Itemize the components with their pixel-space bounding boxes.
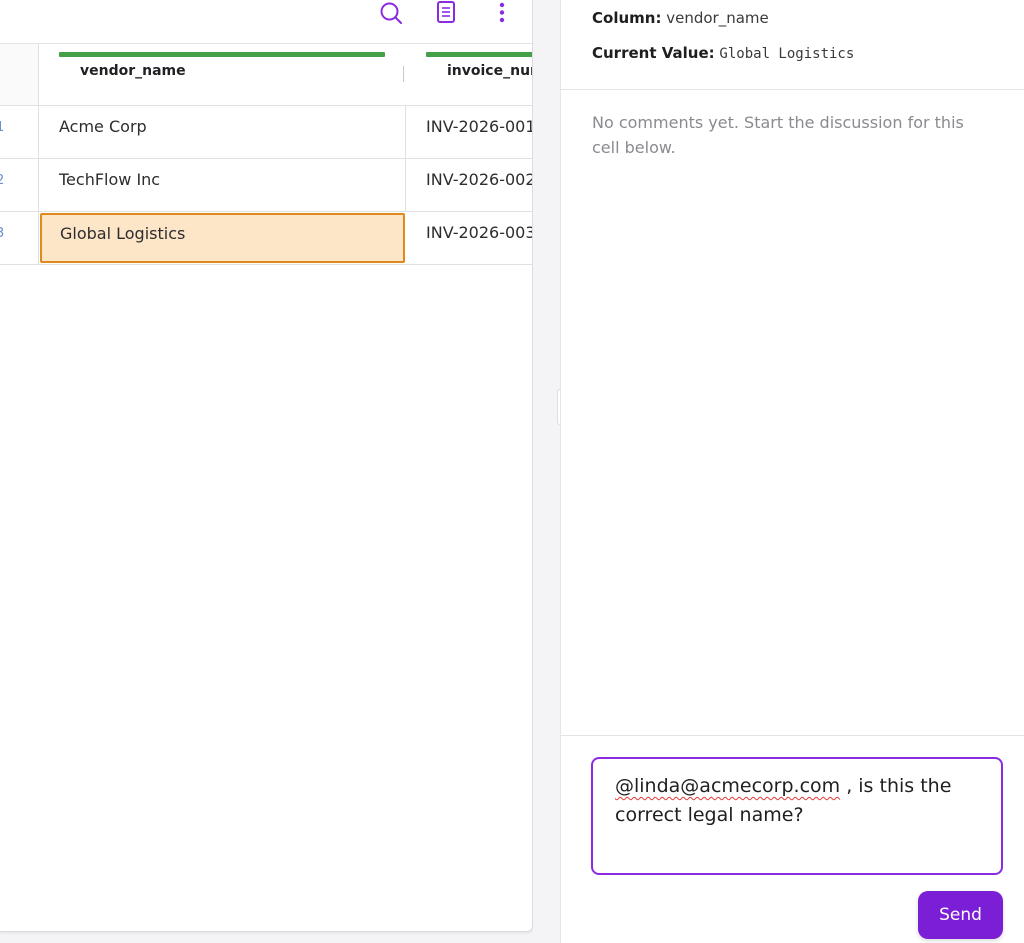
current-value-info: Current Value: Global Logistics: [592, 44, 854, 62]
table-row: 3 Global Logistics INV-2026-003: [0, 212, 532, 265]
document-icon: [437, 1, 455, 23]
column-title: vendor_name: [80, 63, 186, 79]
more-menu-button[interactable]: [489, 0, 515, 26]
current-value-label: Current Value:: [592, 44, 715, 62]
column-value: vendor_name: [666, 9, 769, 27]
document-button[interactable]: [433, 0, 459, 26]
send-button[interactable]: Send: [918, 891, 1003, 939]
comments-panel: Column: vendor_name Current Value: Globa…: [560, 0, 1024, 943]
cell-vendor-name-selected[interactable]: Global Logistics: [40, 213, 405, 263]
comment-composer: @linda@acmecorp.com , is this the correc…: [561, 735, 1024, 943]
column-resize-handle[interactable]: [403, 66, 404, 82]
table-row: 2 TechFlow Inc INV-2026-002: [0, 159, 532, 212]
row-number: 3: [0, 212, 39, 264]
cell-vendor-name[interactable]: Acme Corp: [39, 106, 406, 158]
more-vertical-icon: [499, 2, 505, 23]
column-title: invoice_nur: [447, 63, 533, 79]
column-header-vendor-name[interactable]: vendor_name: [39, 44, 406, 106]
comment-input[interactable]: @linda@acmecorp.com , is this the correc…: [591, 757, 1003, 875]
data-grid-panel: vendor_name invoice_nur 1 Acme Corp INV-…: [0, 0, 533, 932]
column-status-bar: [59, 52, 385, 57]
panel-splitter: [533, 0, 565, 943]
row-number: 1: [0, 106, 39, 158]
column-status-bar: [426, 52, 532, 57]
column-info: Column: vendor_name: [592, 9, 769, 27]
current-value: Global Logistics: [719, 46, 855, 62]
row-number: 2: [0, 159, 39, 211]
search-icon: [380, 2, 402, 24]
mention-text: @linda@acmecorp.com: [615, 775, 841, 797]
grid-toolbar: [0, 0, 532, 44]
column-label: Column:: [592, 9, 662, 27]
row-number-header: [0, 44, 39, 105]
cell-vendor-name[interactable]: TechFlow Inc: [39, 159, 406, 211]
grid-header-row: vendor_name invoice_nur: [0, 44, 533, 106]
cell-invoice-number[interactable]: INV-2026-003: [406, 212, 532, 264]
empty-comments-message: No comments yet. Start the discussion fo…: [592, 113, 964, 157]
cell-invoice-number[interactable]: INV-2026-001: [406, 106, 532, 158]
cell-info: Column: vendor_name Current Value: Globa…: [561, 0, 1024, 90]
column-header-invoice-number[interactable]: invoice_nur: [406, 44, 533, 106]
cell-invoice-number[interactable]: INV-2026-002: [406, 159, 532, 211]
search-button[interactable]: [378, 0, 404, 26]
table-row: 1 Acme Corp INV-2026-001: [0, 106, 532, 159]
